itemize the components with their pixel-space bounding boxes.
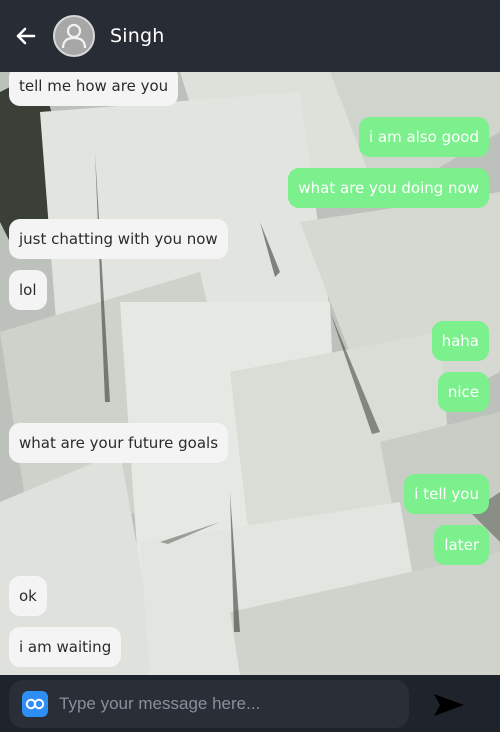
message-input-container [9,680,409,728]
contact-name: Singh [110,25,165,47]
user-icon [61,23,87,49]
message-outgoing: haha [431,321,489,361]
chat-app: Singh tell me how are you i am also good [0,0,500,732]
message-outgoing: later [434,525,489,565]
send-icon [434,694,464,716]
emoji-icon [25,698,45,710]
chat-wallpaper [0,72,500,675]
message-incoming: lol [9,270,47,310]
message-incoming: i am waiting [9,627,122,667]
message-outgoing: what are you doing now [288,168,489,208]
back-button[interactable] [11,21,41,51]
chat-header: Singh [0,0,500,72]
message-outgoing: i tell you [404,474,489,514]
message-input[interactable] [59,684,409,724]
message-composer [0,675,500,732]
message-outgoing: nice [437,372,489,412]
emoji-button[interactable] [22,691,48,717]
send-button[interactable] [430,689,468,721]
message-list[interactable]: tell me how are you i am also good what … [0,72,500,675]
message-incoming: ok [9,576,47,616]
message-incoming: tell me how are you [9,72,179,106]
arrow-left-icon [16,27,36,45]
message-incoming: what are your future goals [9,423,229,463]
message-outgoing: i am also good [358,117,489,157]
message-incoming: just chatting with you now [9,219,228,259]
avatar[interactable] [53,15,95,57]
